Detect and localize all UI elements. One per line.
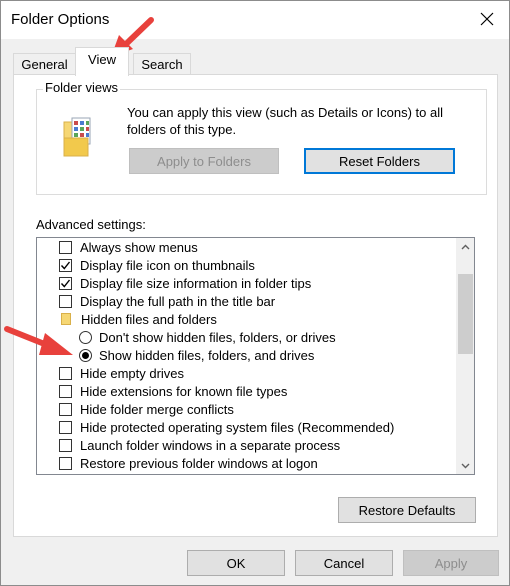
chevron-up-icon xyxy=(461,244,470,249)
checkbox[interactable] xyxy=(59,384,72,398)
setting-label: Hide extensions for known file types xyxy=(80,383,288,399)
checkbox[interactable] xyxy=(59,420,72,434)
setting-label: Don't show hidden files, folders, or dri… xyxy=(99,329,336,345)
folder-views-description: You can apply this view (such as Details… xyxy=(127,105,444,137)
setting-show-hidden[interactable]: Show hidden files, folders, and drives xyxy=(79,346,314,364)
title-bar: Folder Options xyxy=(1,1,509,39)
setting-display-file-size-info[interactable]: Display file size information in folder … xyxy=(59,274,311,292)
annotation-arrow-show-hidden xyxy=(4,326,73,355)
setting-label: Display file size information in folder … xyxy=(80,275,312,291)
setting-label: Display the full path in the title bar xyxy=(80,293,276,309)
radio-button-selected[interactable] xyxy=(79,348,92,362)
folder-options-dialog: Folder Options General View Search Folde… xyxy=(0,0,510,586)
tab-general-label: General xyxy=(21,57,68,72)
setting-label: Restore previous folder windows at logon xyxy=(80,455,318,471)
folder-views-icon xyxy=(63,117,91,157)
setting-label: Hide empty drives xyxy=(80,365,185,381)
setting-label: Show hidden files, folders, and drives xyxy=(99,347,315,363)
checkbox-checked[interactable] xyxy=(59,258,72,272)
scroll-up-button[interactable] xyxy=(457,238,474,255)
setting-label: Display file icon on thumbnails xyxy=(80,257,255,273)
apply-button[interactable]: Apply xyxy=(403,550,499,576)
setting-group-hidden-files: Hidden files and folders xyxy=(61,310,217,328)
folder-views-group: Folder views You can apply this view (su… xyxy=(36,80,487,195)
apply-label: Apply xyxy=(434,555,468,571)
folder-views-heading: Folder views xyxy=(43,80,120,95)
setting-restore-previous-windows[interactable]: Restore previous folder windows at logon xyxy=(59,454,318,472)
radio-dot xyxy=(82,351,89,359)
cancel-label: Cancel xyxy=(323,555,365,571)
setting-launch-separate-process[interactable]: Launch folder windows in a separate proc… xyxy=(59,436,340,454)
advanced-settings-label: Advanced settings: xyxy=(36,217,146,232)
checkbox[interactable] xyxy=(59,402,72,416)
scroll-thumb[interactable] xyxy=(458,274,473,354)
setting-label: Always show menus xyxy=(80,239,198,255)
setting-hide-empty-drives[interactable]: Hide empty drives xyxy=(59,364,184,382)
ok-button[interactable]: OK xyxy=(187,550,285,576)
restore-defaults-label: Restore Defaults xyxy=(358,502,456,518)
setting-label: Launch folder windows in a separate proc… xyxy=(80,437,341,453)
close-button[interactable] xyxy=(467,3,507,35)
close-icon xyxy=(480,12,494,26)
checkbox-checked[interactable] xyxy=(59,276,72,290)
apply-to-folders-label: Apply to Folders xyxy=(157,153,251,169)
setting-hide-protected-os-files[interactable]: Hide protected operating system files (R… xyxy=(59,418,394,436)
reset-folders-label: Reset Folders xyxy=(339,153,420,169)
scroll-down-button[interactable] xyxy=(457,457,474,474)
setting-always-show-menus[interactable]: Always show menus xyxy=(59,238,198,256)
tab-view-label: View xyxy=(88,52,116,67)
setting-label: Hidden files and folders xyxy=(81,311,217,327)
checkbox[interactable] xyxy=(59,438,72,452)
setting-hide-extensions[interactable]: Hide extensions for known file types xyxy=(59,382,287,400)
restore-defaults-button[interactable]: Restore Defaults xyxy=(338,497,476,523)
tab-general[interactable]: General xyxy=(13,53,76,75)
checkmark-icon xyxy=(60,279,71,288)
checkbox[interactable] xyxy=(59,294,72,308)
vertical-scrollbar[interactable] xyxy=(456,238,474,474)
chevron-down-icon xyxy=(461,463,470,468)
checkbox[interactable] xyxy=(59,240,72,254)
ok-label: OK xyxy=(226,555,246,571)
advanced-settings-list[interactable]: Always show menus Display file icon on t… xyxy=(36,237,475,475)
tab-view[interactable]: View xyxy=(75,47,129,76)
setting-dont-show-hidden[interactable]: Don't show hidden files, folders, or dri… xyxy=(79,328,336,346)
apply-to-folders-button[interactable]: Apply to Folders xyxy=(129,148,279,174)
checkbox[interactable] xyxy=(59,456,72,470)
cancel-button[interactable]: Cancel xyxy=(295,550,393,576)
view-tab-panel: Folder views You can apply this view (su… xyxy=(13,74,498,537)
setting-label: Hide folder merge conflicts xyxy=(80,401,234,417)
checkbox[interactable] xyxy=(59,366,72,380)
setting-hide-merge-conflicts[interactable]: Hide folder merge conflicts xyxy=(59,400,234,418)
setting-display-full-path[interactable]: Display the full path in the title bar xyxy=(59,292,275,310)
radio-button[interactable] xyxy=(79,330,92,344)
reset-folders-button[interactable]: Reset Folders xyxy=(304,148,455,174)
setting-label: Hide protected operating system files (R… xyxy=(80,419,395,435)
setting-display-file-icon-thumbnails[interactable]: Display file icon on thumbnails xyxy=(59,256,255,274)
checkmark-icon xyxy=(60,261,71,270)
window-title: Folder Options xyxy=(11,11,110,28)
